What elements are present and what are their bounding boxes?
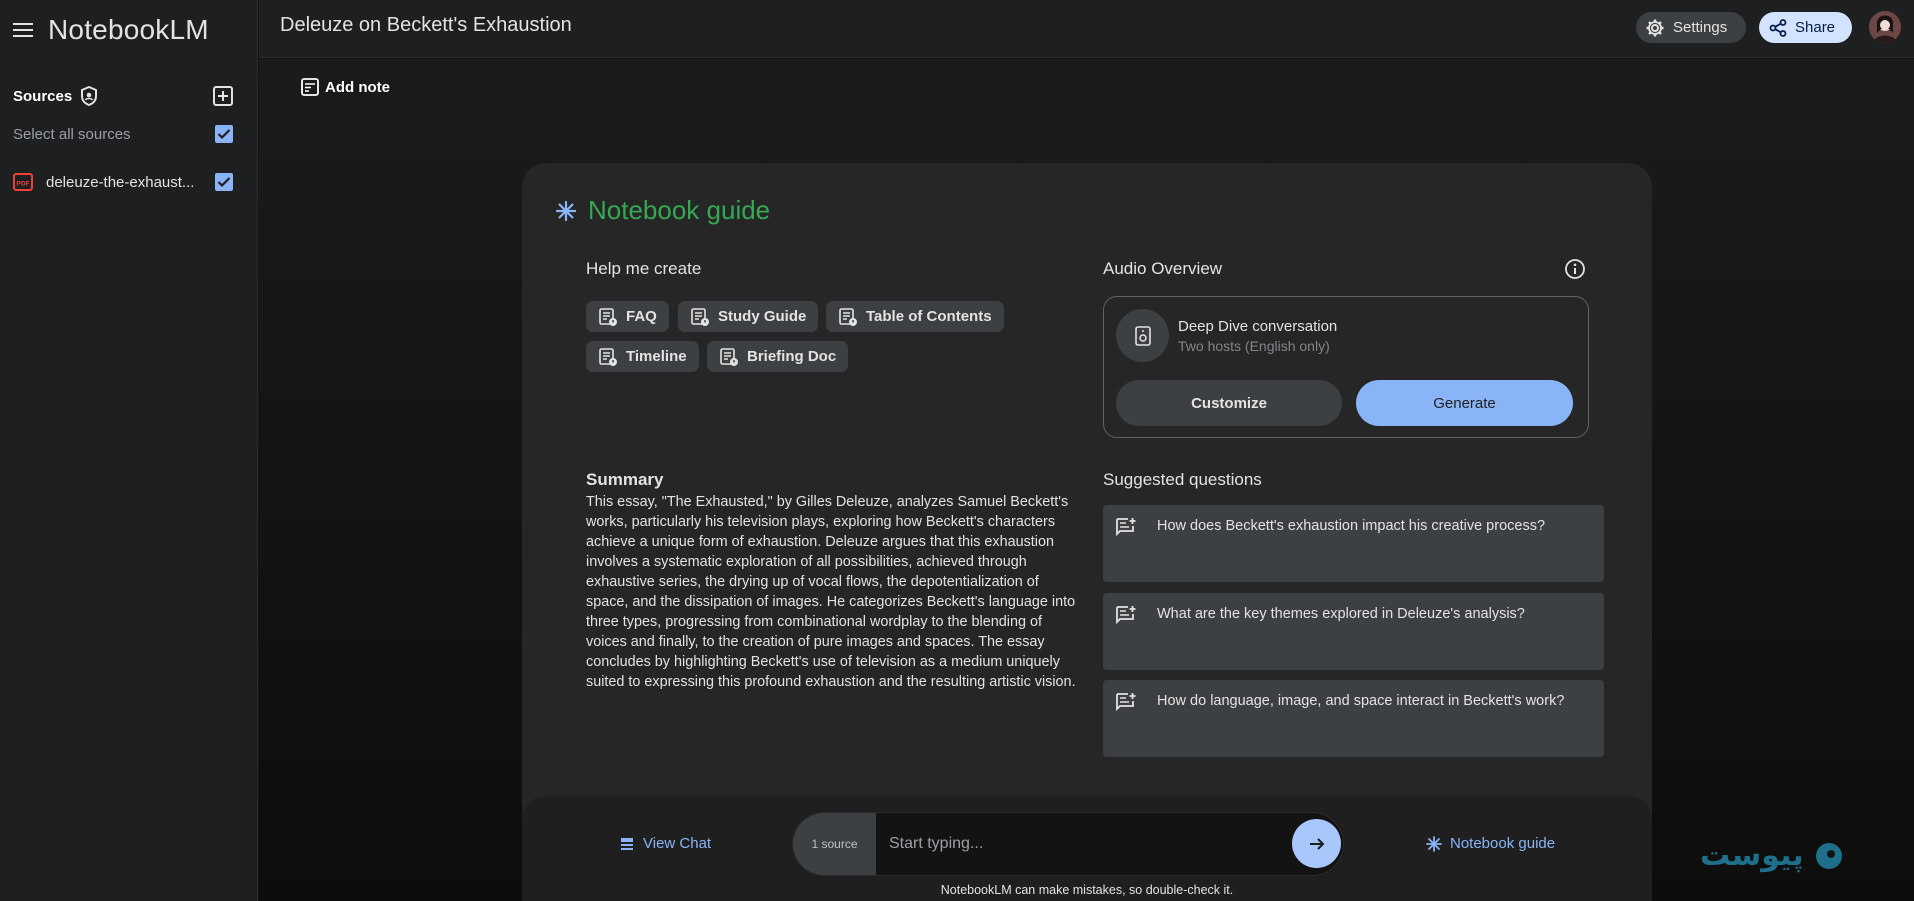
send-button[interactable] bbox=[1292, 819, 1341, 868]
chat-add-icon bbox=[1115, 517, 1137, 537]
suggested-question[interactable]: How do language, image, and space intera… bbox=[1103, 680, 1604, 757]
table-of-contents-chip[interactable]: Table of Contents bbox=[826, 301, 1004, 332]
audio-type-subtitle: Two hosts (English only) bbox=[1178, 338, 1330, 354]
briefing-doc-chip[interactable]: Briefing Doc bbox=[707, 341, 849, 372]
notebook-guide-label: Notebook guide bbox=[1450, 835, 1556, 852]
suggested-question[interactable]: How does Beckett's exhaustion impact his… bbox=[1103, 505, 1604, 582]
share-button[interactable]: Share bbox=[1759, 12, 1852, 43]
timeline-chip[interactable]: Timeline bbox=[586, 341, 699, 372]
gear-icon bbox=[1646, 19, 1664, 36]
audio-overview-box: Deep Dive conversation Two hosts (Englis… bbox=[1103, 296, 1589, 438]
avatar[interactable] bbox=[1869, 11, 1901, 43]
chat-icon bbox=[621, 837, 633, 850]
notebook-guide-button[interactable]: Notebook guide bbox=[1426, 835, 1555, 852]
sources-title: Sources bbox=[13, 87, 73, 105]
chat-input-container: 1 source bbox=[792, 812, 1344, 876]
top-header: Deleuze on Beckett's Exhaustion Settings… bbox=[259, 0, 1914, 58]
source-count-badge[interactable]: 1 source bbox=[793, 813, 876, 875]
svg-text:PDF: PDF bbox=[17, 181, 30, 188]
doc-icon bbox=[839, 307, 857, 326]
speaker-icon bbox=[1116, 309, 1169, 362]
doc-icon bbox=[720, 347, 738, 366]
doc-icon bbox=[691, 307, 709, 326]
chip-label: FAQ bbox=[626, 308, 657, 325]
add-note-label: Add note bbox=[325, 78, 390, 96]
brand: NotebookLM bbox=[12, 14, 209, 46]
chat-input[interactable] bbox=[889, 829, 1269, 859]
faq-chip[interactable]: FAQ bbox=[586, 301, 669, 332]
info-icon[interactable] bbox=[1564, 258, 1586, 280]
disclaimer-text: NotebookLM can make mistakes, so double-… bbox=[940, 883, 1234, 897]
chip-label: Study Guide bbox=[718, 308, 807, 325]
suggested-questions-title: Suggested questions bbox=[1103, 470, 1262, 489]
chat-add-icon bbox=[1115, 605, 1137, 625]
menu-icon[interactable] bbox=[12, 19, 34, 41]
settings-label: Settings bbox=[1673, 19, 1728, 36]
settings-button[interactable]: Settings bbox=[1636, 12, 1746, 43]
help-create-title: Help me create bbox=[586, 259, 702, 278]
chip-label: Timeline bbox=[626, 348, 687, 365]
chip-label: Briefing Doc bbox=[747, 348, 837, 365]
view-chat-label: View Chat bbox=[643, 835, 712, 852]
add-note-button[interactable]: Add note bbox=[301, 78, 390, 96]
study-guide-chip[interactable]: Study Guide bbox=[678, 301, 819, 332]
note-add-icon bbox=[301, 78, 319, 96]
audio-type-title: Deep Dive conversation bbox=[1178, 318, 1338, 335]
source-checkbox[interactable] bbox=[215, 173, 233, 191]
notebook-title[interactable]: Deleuze on Beckett's Exhaustion bbox=[280, 14, 572, 37]
summary-title: Summary bbox=[586, 470, 664, 489]
sources-header: Sources bbox=[13, 86, 233, 106]
question-text: How does Beckett's exhaustion impact his… bbox=[1157, 518, 1546, 534]
watermark-logo: پیوست bbox=[1700, 838, 1844, 873]
share-label: Share bbox=[1795, 19, 1836, 36]
doc-icon bbox=[599, 307, 617, 326]
guide-header: Notebook guide bbox=[556, 195, 770, 226]
select-all-label: Select all sources bbox=[13, 125, 131, 143]
question-text: How do language, image, and space intera… bbox=[1157, 693, 1565, 709]
chat-add-icon bbox=[1115, 692, 1137, 712]
guide-title: Notebook guide bbox=[588, 195, 771, 225]
shield-icon[interactable] bbox=[80, 86, 98, 106]
app-title: NotebookLM bbox=[48, 14, 209, 45]
question-text: What are the key themes explored in Dele… bbox=[1157, 606, 1525, 622]
select-all-row[interactable]: Select all sources bbox=[13, 125, 233, 143]
sparkle-icon bbox=[556, 200, 576, 221]
chip-label: Table of Contents bbox=[866, 308, 992, 325]
view-chat-button[interactable]: View Chat bbox=[619, 835, 711, 852]
notebook-guide-card: Notebook guide Help me create FAQ Study … bbox=[522, 163, 1652, 901]
source-item[interactable]: PDF deleuze-the-exhaust... bbox=[13, 172, 233, 192]
chat-bar: View Chat 1 source Notebook guide Notebo… bbox=[522, 796, 1652, 901]
source-name: deleuze-the-exhaust... bbox=[46, 173, 195, 191]
generate-button[interactable]: Generate bbox=[1356, 380, 1573, 426]
share-icon bbox=[1769, 18, 1787, 37]
customize-button[interactable]: Customize bbox=[1116, 380, 1342, 426]
sparkle-icon bbox=[1426, 835, 1442, 852]
pdf-icon: PDF bbox=[13, 172, 33, 192]
doc-icon bbox=[599, 347, 617, 366]
add-source-icon[interactable] bbox=[213, 86, 233, 106]
sidebar: NotebookLM Sources Select all sources PD… bbox=[0, 0, 258, 901]
suggested-question[interactable]: What are the key themes explored in Dele… bbox=[1103, 593, 1604, 670]
select-all-checkbox[interactable] bbox=[215, 125, 233, 143]
watermark-text: پیوست bbox=[1700, 838, 1804, 873]
watermark-mark-icon bbox=[1815, 842, 1842, 869]
summary-text: This essay, "The Exhausted," by Gilles D… bbox=[586, 494, 1076, 690]
audio-overview-title: Audio Overview bbox=[1103, 259, 1223, 278]
arrow-right-icon bbox=[1309, 837, 1324, 850]
